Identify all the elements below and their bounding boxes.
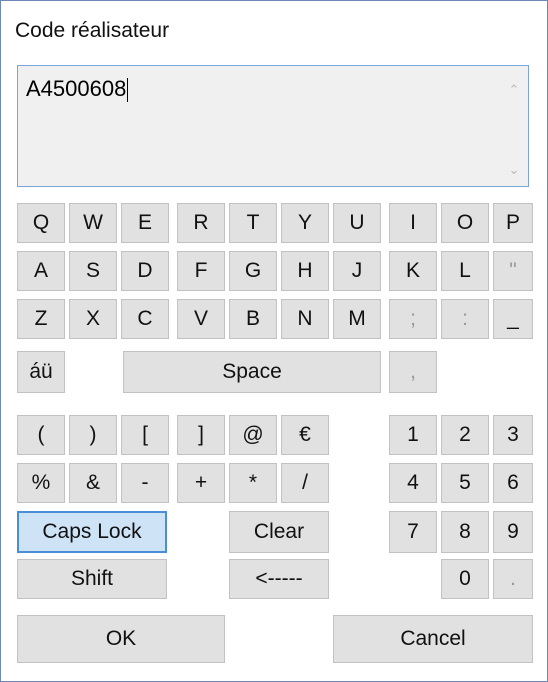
key-x[interactable]: X xyxy=(69,299,117,339)
key-4[interactable]: 4 xyxy=(389,463,437,503)
scroll-up-icon[interactable]: ⌃ xyxy=(506,82,522,98)
key-k[interactable]: K xyxy=(389,251,437,291)
key-open-paren[interactable]: ( xyxy=(17,415,65,455)
key-f[interactable]: F xyxy=(177,251,225,291)
key-at[interactable]: @ xyxy=(229,415,277,455)
key-percent[interactable]: % xyxy=(17,463,65,503)
key-b[interactable]: B xyxy=(229,299,277,339)
key-2[interactable]: 2 xyxy=(441,415,489,455)
key-h[interactable]: H xyxy=(281,251,329,291)
virtual-keyboard-dialog: Code réalisateur A4500608 ⌃ ⌄ Q W E R T … xyxy=(0,0,548,682)
key-asterisk[interactable]: * xyxy=(229,463,277,503)
key-comma[interactable]: , xyxy=(389,351,437,393)
clear-button[interactable]: Clear xyxy=(229,511,329,553)
key-open-bracket[interactable]: [ xyxy=(121,415,169,455)
key-g[interactable]: G xyxy=(229,251,277,291)
key-j[interactable]: J xyxy=(333,251,381,291)
key-close-bracket[interactable]: ] xyxy=(177,415,225,455)
key-d[interactable]: D xyxy=(121,251,169,291)
caps-lock-button[interactable]: Caps Lock xyxy=(17,511,167,553)
key-8[interactable]: 8 xyxy=(441,511,489,553)
key-n[interactable]: N xyxy=(281,299,329,339)
key-l[interactable]: L xyxy=(441,251,489,291)
key-s[interactable]: S xyxy=(69,251,117,291)
dialog-title: Code réalisateur xyxy=(15,19,170,42)
key-p[interactable]: P xyxy=(493,203,533,243)
key-5[interactable]: 5 xyxy=(441,463,489,503)
key-plus[interactable]: + xyxy=(177,463,225,503)
code-input[interactable]: A4500608 ⌃ ⌄ xyxy=(17,65,529,187)
key-9[interactable]: 9 xyxy=(493,511,533,553)
key-v[interactable]: V xyxy=(177,299,225,339)
cancel-button[interactable]: Cancel xyxy=(333,615,533,663)
key-close-paren[interactable]: ) xyxy=(69,415,117,455)
key-1[interactable]: 1 xyxy=(389,415,437,455)
key-u[interactable]: U xyxy=(333,203,381,243)
key-underscore[interactable]: _ xyxy=(493,299,533,339)
key-q[interactable]: Q xyxy=(17,203,65,243)
key-w[interactable]: W xyxy=(69,203,117,243)
key-6[interactable]: 6 xyxy=(493,463,533,503)
key-slash[interactable]: / xyxy=(281,463,329,503)
key-c[interactable]: C xyxy=(121,299,169,339)
key-m[interactable]: M xyxy=(333,299,381,339)
key-0[interactable]: 0 xyxy=(441,559,489,599)
scroll-down-icon[interactable]: ⌄ xyxy=(506,162,522,178)
key-double-quote[interactable]: " xyxy=(493,251,533,291)
key-t[interactable]: T xyxy=(229,203,277,243)
key-colon[interactable]: : xyxy=(441,299,489,339)
key-7[interactable]: 7 xyxy=(389,511,437,553)
text-caret xyxy=(127,78,129,103)
key-semicolon[interactable]: ; xyxy=(389,299,437,339)
key-o[interactable]: O xyxy=(441,203,489,243)
key-3[interactable]: 3 xyxy=(493,415,533,455)
code-input-value: A4500608 xyxy=(26,76,129,103)
backspace-button[interactable]: <----- xyxy=(229,559,329,599)
key-a[interactable]: A xyxy=(17,251,65,291)
key-z[interactable]: Z xyxy=(17,299,65,339)
key-period[interactable]: . xyxy=(493,559,533,599)
key-space[interactable]: Space xyxy=(123,351,381,393)
key-euro[interactable]: € xyxy=(281,415,329,455)
key-accents[interactable]: áü xyxy=(17,351,65,393)
shift-button[interactable]: Shift xyxy=(17,559,167,599)
key-e[interactable]: E xyxy=(121,203,169,243)
ok-button[interactable]: OK xyxy=(17,615,225,663)
key-i[interactable]: I xyxy=(389,203,437,243)
key-y[interactable]: Y xyxy=(281,203,329,243)
key-minus[interactable]: - xyxy=(121,463,169,503)
key-r[interactable]: R xyxy=(177,203,225,243)
key-ampersand[interactable]: & xyxy=(69,463,117,503)
